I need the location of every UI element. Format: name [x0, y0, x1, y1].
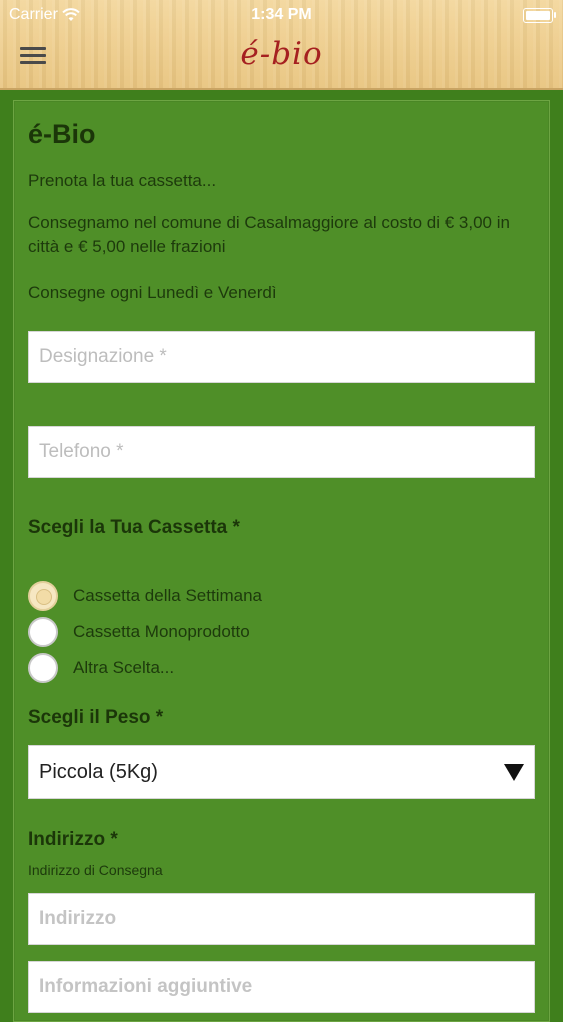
- intro-text: Prenota la tua cassetta...: [28, 171, 217, 190]
- cassetta-label: Scegli la Tua Cassetta *: [28, 517, 240, 538]
- delivery-info-text: Consegnamo nel comune di Casalmaggiore a…: [28, 213, 510, 256]
- radio-button[interactable]: [28, 653, 58, 683]
- app-logo: é-bio: [240, 36, 323, 72]
- app-header: Carrier 1:34 PM é-bio: [0, 0, 563, 90]
- indirizzo-hint: Indirizzo di Consegna: [28, 862, 163, 878]
- status-time: 1:34 PM: [251, 6, 312, 23]
- radio-option-label: Altra Scelta...: [73, 658, 175, 677]
- booking-form-panel: é-Bio Prenota la tua cassetta... Consegn…: [13, 100, 550, 1022]
- informazioni-aggiuntive-input[interactable]: Informazioni aggiuntive: [28, 961, 535, 1013]
- radio-option-label: Cassetta della Settimana: [73, 586, 262, 605]
- battery-icon: [523, 8, 556, 23]
- radio-button-checked[interactable]: [28, 581, 58, 611]
- peso-select[interactable]: Piccola (5Kg): [28, 745, 535, 799]
- telefono-input[interactable]: Telefono *: [28, 426, 535, 478]
- radio-option-altra-scelta[interactable]: Altra Scelta...: [28, 652, 174, 684]
- peso-selected-value: Piccola (5Kg): [39, 761, 158, 783]
- form-title: é-Bio: [28, 119, 96, 149]
- dropdown-arrow-icon: [504, 764, 524, 781]
- designazione-input[interactable]: Designazione *: [28, 331, 535, 383]
- radio-option-cassetta-monoprodotto[interactable]: Cassetta Monoprodotto: [28, 616, 250, 648]
- radio-option-label: Cassetta Monoprodotto: [73, 622, 250, 641]
- status-bar: Carrier 1:34 PM: [0, 0, 563, 30]
- peso-label: Scegli il Peso *: [28, 707, 164, 728]
- indirizzo-label: Indirizzo *: [28, 829, 118, 850]
- radio-option-cassetta-settimana[interactable]: Cassetta della Settimana: [28, 580, 262, 612]
- radio-button[interactable]: [28, 617, 58, 647]
- delivery-days-text: Consegne ogni Lunedì e Venerdì: [28, 283, 277, 302]
- indirizzo-input[interactable]: Indirizzo: [28, 893, 535, 945]
